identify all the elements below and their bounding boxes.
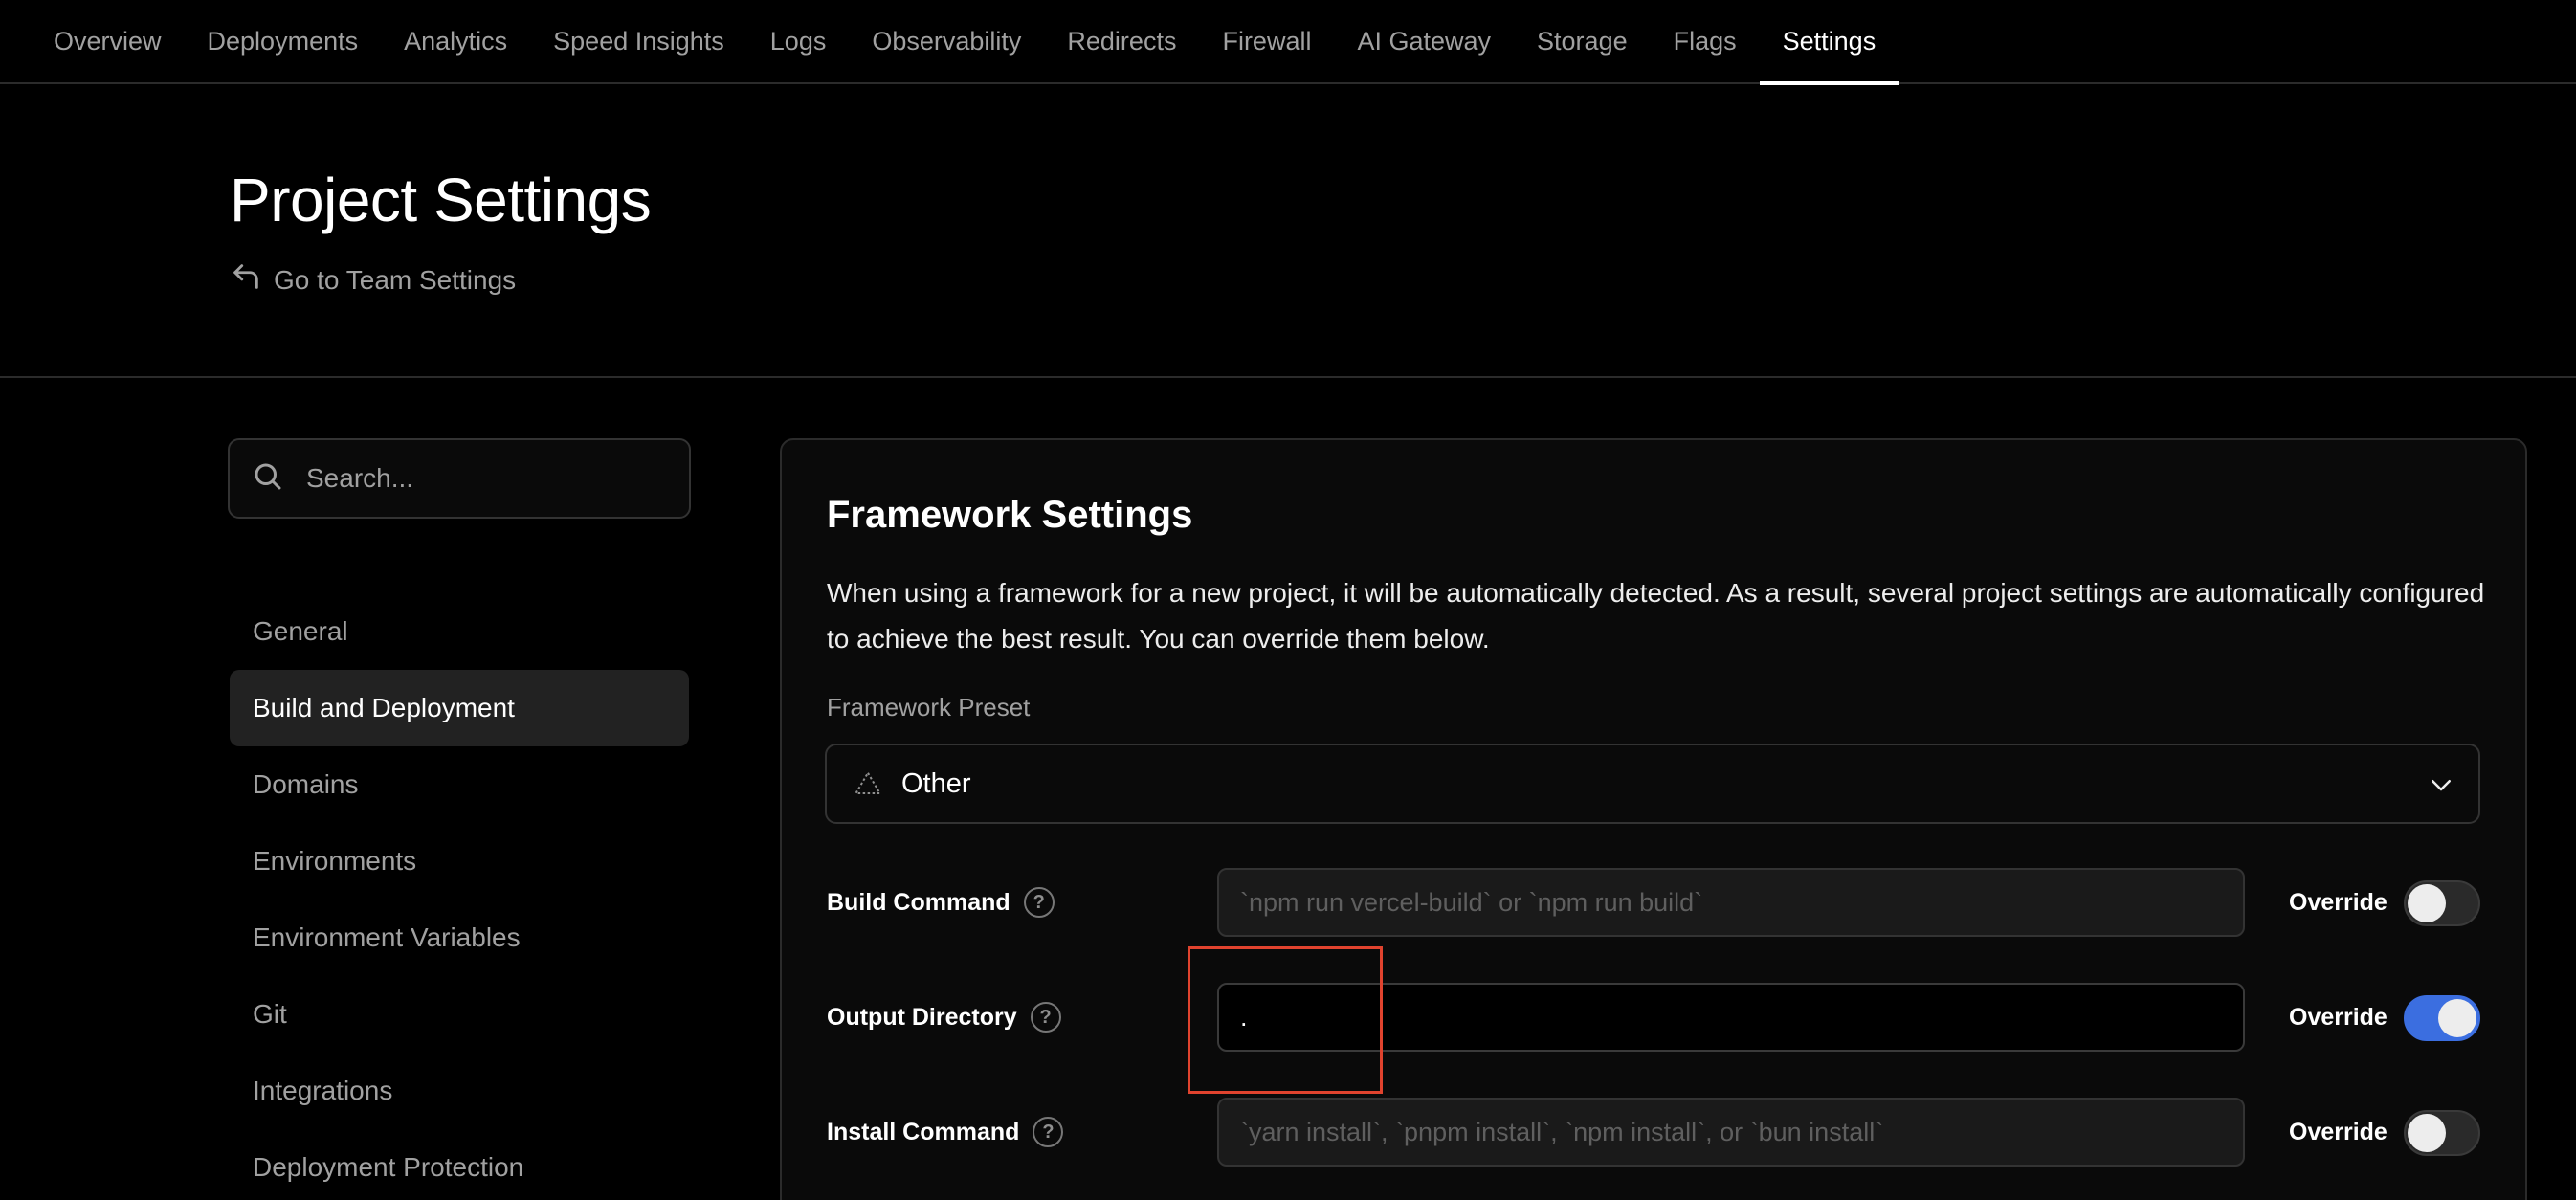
help-icon[interactable]: ?	[1030, 1002, 1061, 1033]
settings-search[interactable]	[228, 438, 691, 519]
tab-settings[interactable]: Settings	[1759, 0, 1899, 85]
return-arrow-icon	[230, 260, 262, 300]
help-icon[interactable]: ?	[1023, 887, 1055, 918]
toggle-knob	[2408, 1114, 2446, 1152]
tab-deployments[interactable]: Deployments	[208, 0, 359, 83]
build-command-label: Build Command	[827, 888, 1010, 916]
install-command-label: Install Command	[827, 1118, 1020, 1145]
sidebar-item-domains[interactable]: Domains	[230, 746, 689, 823]
build-command-input[interactable]	[1240, 887, 2216, 918]
tab-logs[interactable]: Logs	[770, 0, 827, 83]
output-directory-input[interactable]	[1240, 1002, 2216, 1033]
install-command-row: Install Command ? Override	[827, 1098, 2482, 1167]
tab-ai-gateway[interactable]: AI Gateway	[1357, 0, 1491, 83]
sidebar-item-general[interactable]: General	[230, 593, 689, 670]
install-command-input[interactable]	[1240, 1117, 2216, 1147]
sidebar-item-integrations[interactable]: Integrations	[230, 1053, 689, 1129]
sidebar-item-build-and-deployment[interactable]: Build and Deployment	[230, 670, 689, 746]
build-command-row: Build Command ? Override	[827, 868, 2482, 937]
other-framework-icon	[854, 769, 882, 798]
project-tabs: Overview Deployments Analytics Speed Ins…	[0, 0, 2576, 85]
override-label: Override	[2289, 888, 2387, 916]
build-command-override-toggle[interactable]	[2404, 880, 2480, 926]
header-divider	[0, 376, 2576, 378]
go-to-team-settings-link[interactable]: Go to Team Settings	[230, 260, 516, 300]
sidebar-item-git[interactable]: Git	[230, 976, 689, 1053]
tab-firewall[interactable]: Firewall	[1222, 0, 1311, 83]
sidebar-item-deployment-protection[interactable]: Deployment Protection	[230, 1129, 689, 1200]
search-input[interactable]	[306, 463, 670, 494]
override-label: Override	[2289, 1118, 2387, 1145]
tab-speed-insights[interactable]: Speed Insights	[553, 0, 724, 83]
output-directory-label: Output Directory	[827, 1003, 1017, 1031]
card-description: When using a framework for a new project…	[827, 578, 2485, 654]
tab-flags[interactable]: Flags	[1674, 0, 1737, 83]
tab-observability[interactable]: Observability	[872, 0, 1021, 83]
card-title: Framework Settings	[827, 494, 1193, 536]
install-command-field[interactable]	[1217, 1098, 2245, 1167]
tab-overview[interactable]: Overview	[54, 0, 162, 83]
search-icon	[251, 459, 285, 499]
output-directory-field[interactable]	[1217, 983, 2245, 1052]
framework-preset-value: Other	[901, 767, 971, 799]
tab-storage[interactable]: Storage	[1537, 0, 1628, 83]
chevron-down-icon	[2427, 770, 2455, 799]
sidebar-item-environments[interactable]: Environments	[230, 823, 689, 900]
page-title: Project Settings	[230, 166, 652, 234]
tab-redirects[interactable]: Redirects	[1067, 0, 1176, 83]
framework-preset-label: Framework Preset	[827, 693, 1031, 722]
framework-preset-select[interactable]: Other	[825, 744, 2480, 824]
toggle-knob	[2438, 999, 2476, 1037]
build-command-field[interactable]	[1217, 868, 2245, 937]
help-icon[interactable]: ?	[1033, 1117, 1064, 1147]
output-directory-row: Output Directory ? Override	[827, 983, 2482, 1052]
settings-sidebar: General Build and Deployment Domains Env…	[230, 593, 689, 1200]
override-label: Override	[2289, 1003, 2387, 1031]
sidebar-item-environment-variables[interactable]: Environment Variables	[230, 900, 689, 976]
tab-analytics[interactable]: Analytics	[404, 0, 507, 83]
install-command-override-toggle[interactable]	[2404, 1110, 2480, 1156]
output-directory-override-toggle[interactable]	[2404, 995, 2480, 1041]
back-link-label: Go to Team Settings	[274, 264, 517, 295]
toggle-knob	[2408, 884, 2446, 922]
